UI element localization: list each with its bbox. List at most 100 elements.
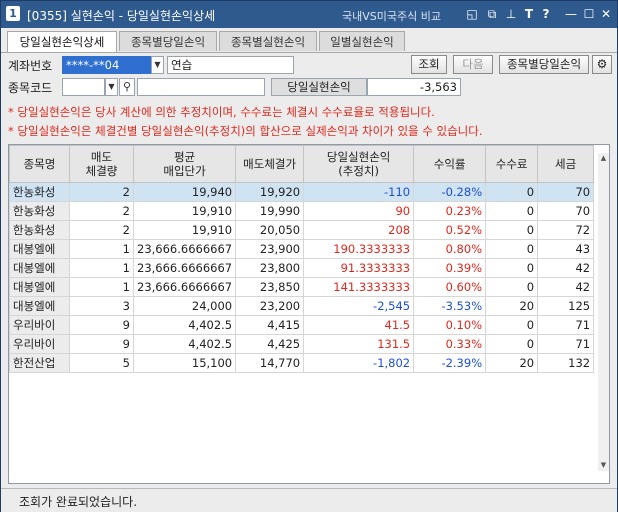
table-body: 한농화성 2 19,940 19,920 -110 -0.28% 0 70 한농화성 2 19,91… <box>9 182 595 373</box>
column-header[interactable]: 수수료 <box>485 145 539 183</box>
return-rate-cell: 0.52% <box>413 220 487 240</box>
sell-qty-cell: 9 <box>69 334 134 354</box>
table-row[interactable]: 한농화성 2 19,910 19,990 90 0.23% 0 70 <box>9 201 595 221</box>
sell-price-cell: 19,920 <box>235 182 305 202</box>
fee-cell: 0 <box>485 258 539 278</box>
close-icon[interactable]: ✕ <box>599 7 613 21</box>
column-header[interactable]: 수익률 <box>413 145 487 183</box>
tab-stock-daily-pnl[interactable]: 종목별당일손익 <box>119 31 217 51</box>
column-header-line1: 매도체결가 <box>243 157 297 171</box>
table-row[interactable]: 대봉엘에 1 23,666.6666667 23,900 190.3333333 0.80… <box>9 239 595 259</box>
sell-qty-cell: 5 <box>69 353 134 373</box>
window: 1 [0355] 실현손익 - 당일실현손익상세 국내VS미국주식 비교 ◱ ⧉… <box>0 0 618 512</box>
next-button[interactable]: 다음 <box>453 55 493 74</box>
minimize-icon[interactable]: — <box>564 7 578 21</box>
stock-name-cell: 한전산업 <box>9 353 70 373</box>
sell-qty-cell: 9 <box>69 315 134 335</box>
by-stock-button[interactable]: 종목별당일손익 <box>499 55 589 74</box>
tax-cell: 125 <box>537 296 595 316</box>
tab-stock-realized-pnl[interactable]: 종목별실현손익 <box>219 31 317 51</box>
avg-price-cell: 23,666.6666667 <box>132 258 237 278</box>
table-row[interactable]: 대봉엘에 1 23,666.6666667 23,850 141.3333333 0.60… <box>9 277 595 297</box>
fee-cell: 0 <box>485 239 539 259</box>
maximize-icon[interactable]: ☐ <box>582 7 596 21</box>
status-message: 조회가 완료되었습니다. <box>19 495 138 509</box>
tab-divider <box>1 52 617 53</box>
search-icon[interactable]: ⚲ <box>119 78 135 96</box>
table-row[interactable]: 한농화성 2 19,910 20,050 208 0.52% 0 72 <box>9 220 595 240</box>
table-row[interactable]: 대봉엘에 1 23,666.6666667 23,800 91.3333333 0.39%… <box>9 258 595 278</box>
column-header[interactable]: 당일실현손익 (추정치) <box>303 145 415 183</box>
sell-qty-cell: 3 <box>69 296 134 316</box>
table-row[interactable]: 한농화성 2 19,940 19,920 -110 -0.28% 0 70 <box>9 182 595 202</box>
column-header[interactable]: 매도 체결량 <box>69 145 134 183</box>
account-dropdown-icon[interactable]: ▼ <box>151 56 164 74</box>
column-header-line2: 매입단가 <box>163 164 206 178</box>
sell-price-cell: 14,770 <box>235 353 305 373</box>
table-row[interactable]: 우리바이 9 4,402.5 4,425 131.5 0.33% 0 71 <box>9 334 595 354</box>
pnl-cell: 91.3333333 <box>303 258 415 278</box>
help-icon[interactable]: ? <box>539 7 553 21</box>
avg-price-cell: 23,666.6666667 <box>132 239 237 259</box>
stock-code-dropdown-icon[interactable]: ▼ <box>105 78 118 96</box>
fee-cell: 0 <box>485 201 539 221</box>
fee-cell: 0 <box>485 277 539 297</box>
avg-price-cell: 4,402.5 <box>132 315 237 335</box>
fee-cell: 0 <box>485 334 539 354</box>
return-rate-cell: -0.28% <box>413 182 487 202</box>
column-header[interactable]: 세금 <box>537 145 595 183</box>
column-header-line1: 수수료 <box>495 157 528 171</box>
window-icon[interactable]: ◱ <box>465 7 479 21</box>
sell-price-cell: 23,900 <box>235 239 305 259</box>
tab-daily-pnl-detail[interactable]: 당일실현손익상세 <box>7 31 117 53</box>
sell-qty-cell: 1 <box>69 277 134 297</box>
account-label: 계좌번호 <box>8 59 53 73</box>
scroll-up-icon[interactable]: ▲ <box>598 153 609 164</box>
column-header[interactable]: 평균 매입단가 <box>132 145 237 183</box>
scroll-down-icon[interactable]: ▼ <box>598 460 609 471</box>
fee-cell: 20 <box>485 296 539 316</box>
sell-qty-cell: 2 <box>69 182 134 202</box>
gear-icon[interactable]: ⚙ <box>592 55 612 74</box>
query-button[interactable]: 조회 <box>411 55 447 74</box>
compare-button[interactable]: 국내VS미국주식 비교 <box>342 8 441 24</box>
window-title: [0355] 실현손익 - 당일실현손익상세 <box>27 9 216 23</box>
pin-icon[interactable]: ⊥ <box>504 7 518 21</box>
stock-name-cell: 한농화성 <box>9 182 70 202</box>
stock-name-field <box>137 78 265 96</box>
tab-daily-realized-pnl[interactable]: 일별실현손익 <box>319 31 405 51</box>
restore-icon[interactable]: ⧉ <box>485 7 499 21</box>
stock-name-cell: 대봉엘에 <box>9 277 70 297</box>
pnl-cell: 131.5 <box>303 334 415 354</box>
return-rate-cell: -2.39% <box>413 353 487 373</box>
stock-name-cell: 한농화성 <box>9 201 70 221</box>
sell-price-cell: 23,200 <box>235 296 305 316</box>
table-row[interactable]: 대봉엘에 3 24,000 23,200 -2,545 -3.53% 20 125 <box>9 296 595 316</box>
column-header-line1: 평균 <box>173 150 196 164</box>
tax-cell: 70 <box>537 182 595 202</box>
stock-name-cell: 대봉엘에 <box>9 296 70 316</box>
fee-cell: 20 <box>485 353 539 373</box>
font-size-icon[interactable]: T <box>522 7 536 21</box>
avg-price-cell: 19,910 <box>132 220 237 240</box>
column-header-line1: 매도 <box>90 150 113 164</box>
vertical-scrollbar[interactable]: ▲ ▼ <box>598 153 609 471</box>
column-header-line2: 체결량 <box>85 164 118 178</box>
tax-cell: 71 <box>537 315 595 335</box>
column-header[interactable]: 종목명 <box>9 145 70 183</box>
column-header[interactable]: 매도체결가 <box>235 145 305 183</box>
pnl-cell: -2,545 <box>303 296 415 316</box>
table-row[interactable]: 한전산업 5 15,100 14,770 -1,802 -2.39% 20 132 <box>9 353 595 373</box>
pnl-cell: 41.5 <box>303 315 415 335</box>
status-bar: 조회가 완료되었습니다. <box>1 488 617 512</box>
table-header-row: 종목명 매도 체결량 평균 매입단가 매도체결가 당일실현손익 (추정치) 수익률 수수료 세금 <box>9 145 595 183</box>
column-header-line1: 당일실현손익 <box>326 150 391 164</box>
tax-cell: 132 <box>537 353 595 373</box>
stock-code-input[interactable] <box>62 78 105 96</box>
note-difference: * 당일실현손익은 체결건별 당일실현손익(추정치)의 합산으로 실제손익과 차… <box>8 124 483 138</box>
stock-name-cell: 우리바이 <box>9 334 70 354</box>
account-number-input[interactable]: ****-**04 <box>62 56 151 74</box>
tax-cell: 71 <box>537 334 595 354</box>
table-row[interactable]: 우리바이 9 4,402.5 4,415 41.5 0.10% 0 71 <box>9 315 595 335</box>
sell-qty-cell: 1 <box>69 239 134 259</box>
